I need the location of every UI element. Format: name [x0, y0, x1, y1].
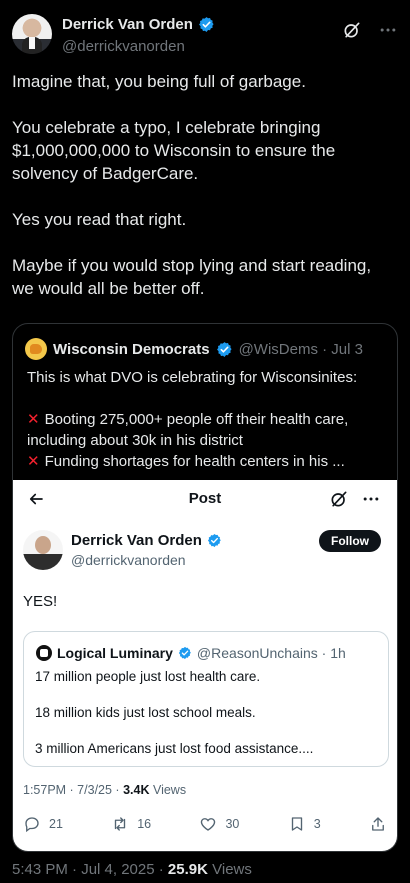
verified-badge-icon [198, 17, 214, 32]
verified-badge-icon [178, 646, 191, 660]
embedded-engagement-bar: 21 16 30 3 [23, 815, 387, 833]
author-name[interactable]: Derrick Van Orden [62, 16, 193, 33]
quoted-line: This is what DVO is celebrating for Wisc… [27, 369, 358, 386]
share-icon [372, 817, 384, 831]
like-stat: 30 [199, 815, 239, 833]
embedded-meta: 1:57PM · 7/3/25 · 3.4K Views [23, 783, 186, 797]
repost-count: 16 [137, 817, 152, 831]
grok-icon[interactable] [342, 20, 362, 40]
verified-badge-icon [216, 341, 232, 357]
embedded-author-name: Derrick Van Orden [71, 532, 202, 549]
bookmark-count: 3 [313, 817, 321, 831]
quoted-line-text: Funding shortages for health centers in … [44, 453, 345, 470]
post-header: Derrick Van Orden @derrickvanorden [12, 14, 398, 58]
author-avatar[interactable] [12, 14, 52, 54]
tweet-paragraph: You celebrate a typo, I celebrate bringi… [12, 118, 336, 183]
more-icon [363, 497, 379, 501]
quoted-author-name[interactable]: Wisconsin Democrats [53, 341, 210, 358]
reply-icon [25, 817, 39, 833]
repost-stat: 16 [111, 815, 151, 833]
bookmark-icon [291, 817, 302, 831]
embedded-actions [329, 489, 381, 509]
inner-quote-line: 18 million kids just lost school meals. [35, 705, 256, 720]
follow-button: Follow [319, 530, 381, 552]
quoted-line: ✕ Booting 275,000+ people off their healt… [27, 409, 387, 451]
bookmark-stat: 3 [288, 815, 321, 833]
embedded-post-body: YES! [23, 593, 58, 610]
more-icon[interactable] [378, 20, 398, 40]
repost-icon [115, 817, 126, 831]
quoted-line-text: Booting 275,000+ people off their health… [27, 411, 349, 449]
inner-quote-author-handle: @ReasonUnchains · 1h [196, 645, 346, 661]
author-handle[interactable]: @derrickvanorden [62, 38, 185, 55]
embedded-screenshot[interactable]: Post Derrick Van Orden @derrickvanorden … [13, 480, 397, 851]
inner-quote-line: 3 million Americans just lost food assis… [35, 741, 314, 756]
tweet-paragraph: Maybe if you would stop lying and start … [12, 256, 372, 298]
inner-quote-line: 17 million people just lost health care. [35, 669, 261, 684]
quoted-author-handle[interactable]: @WisDems · Jul 3 [239, 341, 363, 358]
cross-mark-icon: ✕ [27, 453, 40, 470]
tweet-paragraph: Yes you read that right. [12, 210, 187, 229]
embedded-post-bar: Post [13, 480, 397, 518]
quoted-author-avatar[interactable] [25, 338, 47, 360]
post-views-count: 25.9K [167, 861, 208, 878]
embedded-author-handle: @derrickvanorden [71, 552, 186, 568]
embedded-views-label: Views [152, 783, 187, 797]
post-views-label: Views [212, 861, 252, 878]
heart-icon [201, 818, 216, 831]
embedded-views-count: 3.4K [123, 783, 150, 797]
post-time[interactable]: 5:43 PM · Jul 4, 2025 · [12, 861, 164, 878]
inner-quoted-post: Logical Luminary @ReasonUnchains · 1h 17… [23, 631, 389, 767]
like-count: 30 [225, 817, 240, 831]
post-meta: 5:43 PM · Jul 4, 2025 · 25.9K Views [12, 861, 252, 878]
cross-mark-icon: ✕ [27, 411, 40, 428]
quoted-line: ✕ Funding shortages for health centers in… [27, 451, 387, 472]
inner-quote-avatar [36, 645, 52, 661]
inner-quote-author-name: Logical Luminary [57, 645, 173, 661]
tweet-paragraph: Imagine that, you being full of garbage. [12, 72, 306, 91]
inner-quote-header: Logical Luminary @ReasonUnchains · 1h [36, 645, 346, 661]
reply-count: 21 [49, 817, 63, 831]
tweet-text: Imagine that, you being full of garbage.… [12, 70, 394, 323]
embedded-author-avatar [23, 530, 63, 570]
embedded-name-row: Derrick Van Orden [71, 532, 222, 549]
author-name-row: Derrick Van Orden [62, 16, 215, 33]
quoted-post-header: Wisconsin Democrats @WisDems · Jul 3 [25, 338, 363, 360]
reply-stat: 21 [23, 815, 63, 833]
quoted-post-text: This is what DVO is celebrating for Wisc… [27, 367, 387, 472]
share-stat [369, 815, 387, 833]
embedded-time: 1:57PM · 7/3/25 · [23, 783, 120, 797]
inner-quote-text: 17 million people just lost health care.… [35, 668, 313, 776]
verified-badge-icon [207, 533, 221, 548]
top-actions [342, 20, 398, 40]
quoted-post[interactable]: Wisconsin Democrats @WisDems · Jul 3 Thi… [12, 323, 398, 852]
grok-icon [331, 491, 347, 507]
